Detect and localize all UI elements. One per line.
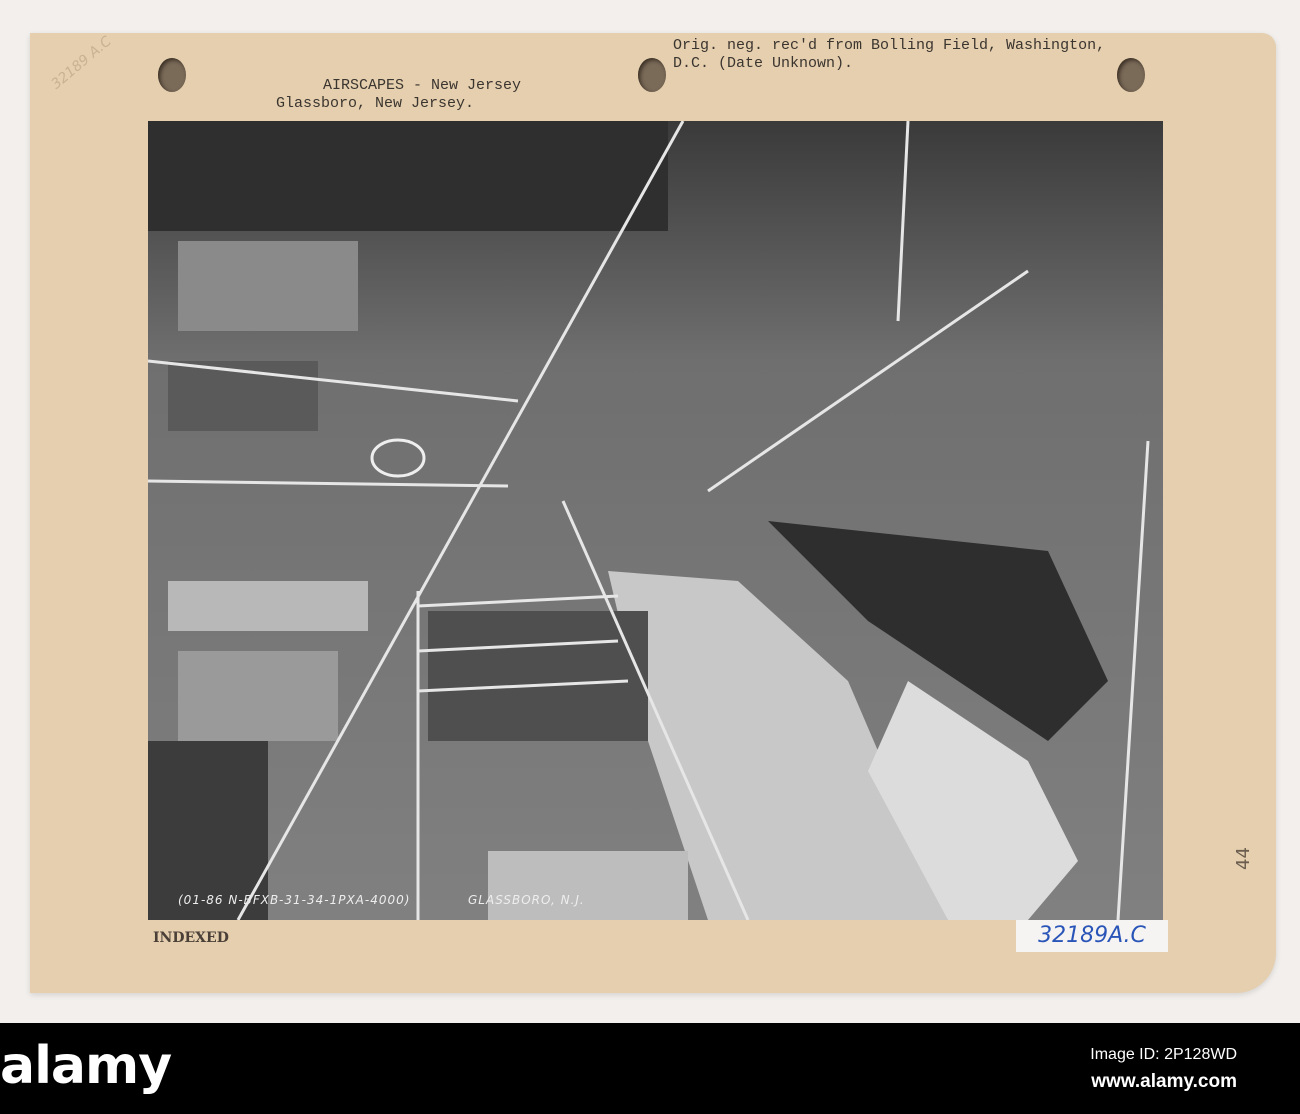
- aerial-photograph: [148, 121, 1163, 920]
- watermark-footer: [0, 1023, 1300, 1114]
- image-id: Image ID: 2P128WD: [1090, 1046, 1237, 1063]
- source-note-line2: D.C. (Date Unknown).: [673, 55, 854, 72]
- punch-hole: [1117, 58, 1145, 92]
- catalog-label: 32189A.C: [1016, 920, 1168, 952]
- punch-hole: [158, 58, 186, 92]
- alamy-logo: alamy: [0, 1036, 172, 1096]
- negative-number: (01-86 N-BFXB-31-34-1PXA-4000): [178, 893, 411, 907]
- header-location: Glassboro, New Jersey.: [276, 95, 475, 112]
- indexed-stamp: INDEXED: [153, 930, 229, 946]
- header-title: AIRSCAPES - New Jersey: [323, 77, 522, 94]
- photo-location-caption: GLASSBORO, N.J.: [468, 893, 585, 907]
- punch-hole: [638, 58, 666, 92]
- side-mark: 44: [1232, 847, 1254, 870]
- source-note-line1: Orig. neg. rec'd from Bolling Field, Was…: [673, 37, 1106, 54]
- site-url: www.alamy.com: [1091, 1071, 1237, 1092]
